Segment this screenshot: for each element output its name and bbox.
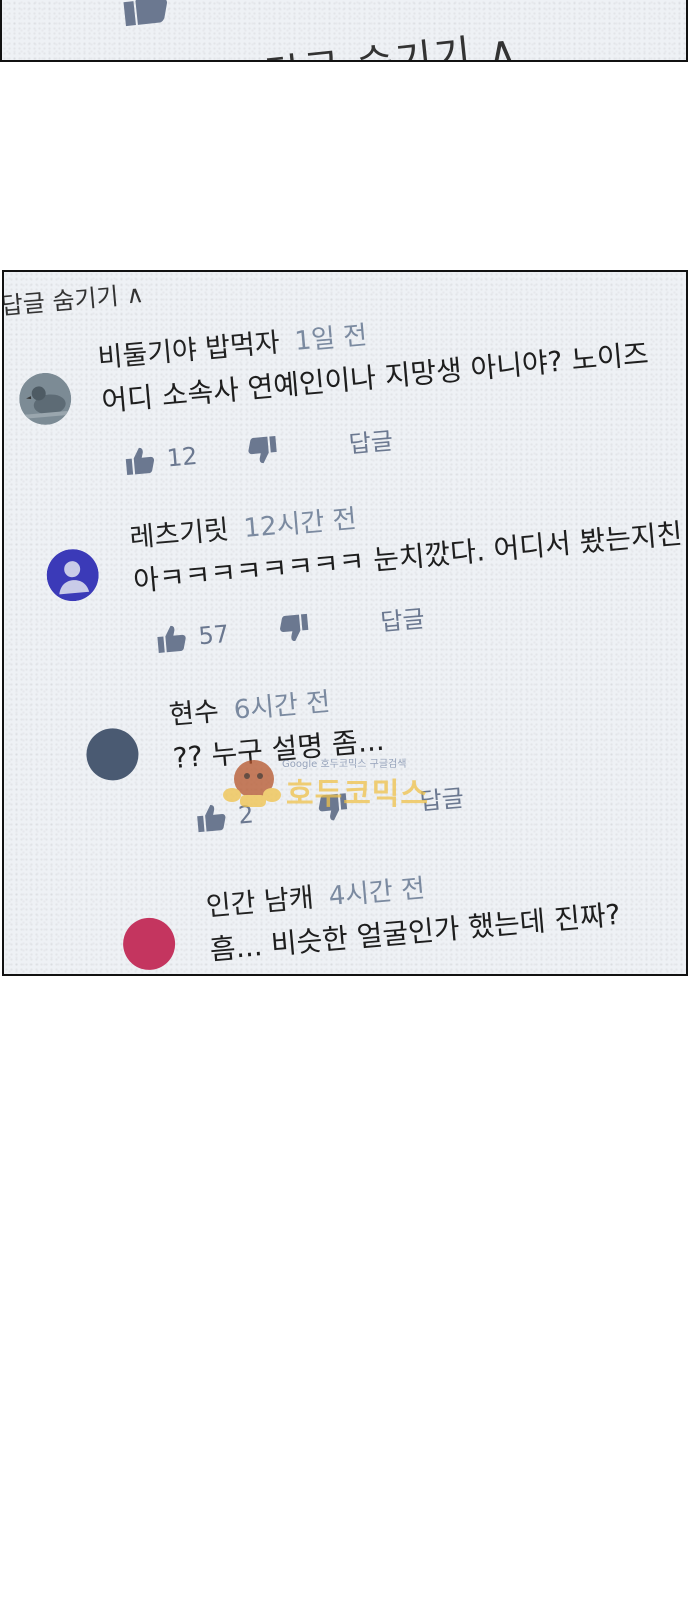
- mascot-logo-icon: [223, 760, 281, 807]
- comment-author[interactable]: 인간 남캐: [205, 882, 315, 922]
- comment-actions: 12 답글: [123, 421, 394, 479]
- avatar: [45, 547, 101, 603]
- comment-author[interactable]: 현수: [168, 696, 220, 731]
- avatar: [17, 371, 73, 427]
- comment-list: 답글 숨기기 ∧ 비둘기야 밥먹자 1일 전 어디 소속사 연예인이나 지망생 …: [4, 272, 686, 974]
- like-count: 57: [197, 619, 231, 650]
- avatar: [120, 915, 178, 973]
- watermark-search-hint: Google 호두코믹스 구글검색: [282, 759, 407, 770]
- comment-time: 12시간 전: [242, 504, 358, 545]
- avatar: [84, 726, 141, 783]
- thumbs-down-icon[interactable]: [277, 612, 309, 643]
- thumbs-up-icon: [123, 0, 167, 27]
- comment-time: 4시간 전: [327, 873, 427, 913]
- like-count: 12: [165, 441, 199, 472]
- reply-button[interactable]: 답글: [379, 599, 426, 638]
- comment-author[interactable]: 레츠기릿: [128, 514, 230, 554]
- thumbs-up-icon[interactable]: [155, 623, 187, 654]
- comment-time: 1일 전: [293, 320, 369, 357]
- pigeon-avatar-icon: [19, 372, 72, 425]
- thumbs-down-icon[interactable]: [246, 434, 278, 465]
- comment-time: 6시간 전: [232, 687, 332, 726]
- comment-actions: 57 답글: [155, 599, 426, 657]
- comments-comic-panel: 답글 숨기기 ∧ 비둘기야 밥먹자 1일 전 어디 소속사 연예인이나 지망생 …: [2, 270, 688, 976]
- default-user-avatar-icon: [46, 549, 99, 602]
- top-comic-panel: 답글 숨기기 ∧: [0, 0, 688, 62]
- reply-button[interactable]: 답글: [347, 421, 394, 460]
- site-watermark: Google 호두코믹스 구글검색 호두코믹스: [220, 755, 460, 815]
- thumbs-up-icon[interactable]: [124, 445, 156, 476]
- reply-button[interactable]: 답글: [416, 967, 463, 974]
- hide-replies-toggle[interactable]: 답글 숨기기 ∧: [4, 274, 145, 321]
- comment-actions: 답글: [416, 967, 463, 974]
- watermark-site-name: 호두코믹스: [286, 777, 429, 812]
- top-panel-partial-text: 답글 숨기기 ∧: [262, 17, 521, 60]
